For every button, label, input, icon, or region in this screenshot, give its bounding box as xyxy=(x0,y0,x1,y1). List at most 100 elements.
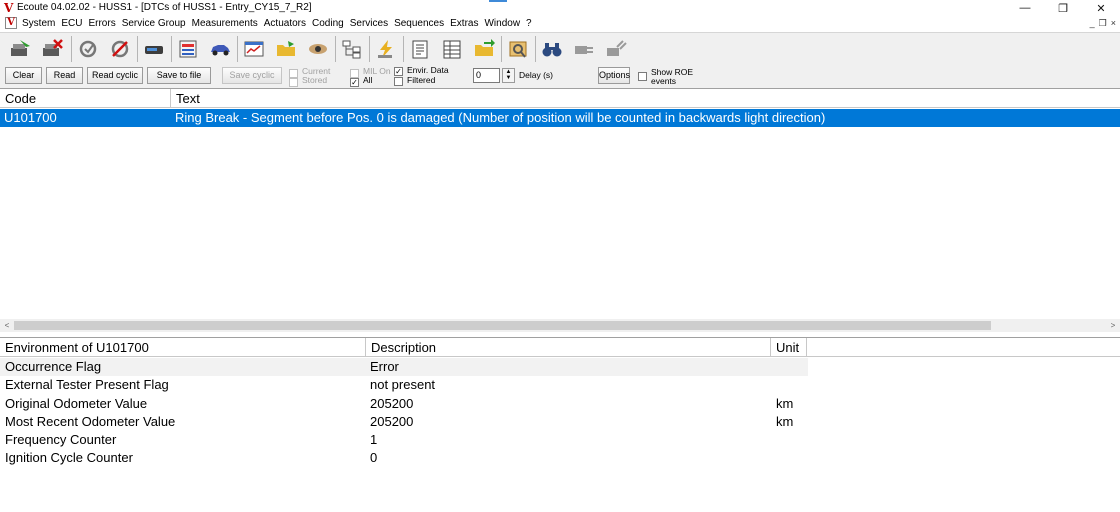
toolbar-group-connection xyxy=(4,35,68,63)
save-cyclic-button[interactable]: Save cyclic xyxy=(222,67,282,84)
environment-table-header: Environment of U101700 Description Unit xyxy=(0,337,1120,357)
stop-refresh-icon[interactable] xyxy=(104,35,136,63)
mil-on-checkbox[interactable] xyxy=(350,69,359,78)
close-button[interactable]: ✕ xyxy=(1082,0,1120,16)
show-roe-checkbox[interactable] xyxy=(638,72,647,81)
menu-actuators[interactable]: Actuators xyxy=(263,17,311,30)
toolbar-group-ecu xyxy=(138,35,170,63)
table-row[interactable]: Most Recent Odometer Value 205200 km xyxy=(0,413,808,431)
delay-label: Delay (s) xyxy=(519,70,554,80)
env-description: 205200 xyxy=(370,396,414,411)
document-icon[interactable] xyxy=(404,35,436,63)
unplug-icon[interactable] xyxy=(600,35,632,63)
app-logo: V xyxy=(4,1,14,15)
current-checkbox[interactable] xyxy=(289,69,298,78)
toolbar-group-docs xyxy=(404,35,500,63)
env-unit: km xyxy=(776,396,794,411)
minimize-button[interactable]: — xyxy=(1006,0,1044,16)
chart-icon[interactable] xyxy=(238,35,270,63)
menu-items: System ECU Errors Service Group Measurem… xyxy=(21,17,537,30)
tree-icon[interactable] xyxy=(336,35,368,63)
table-icon[interactable] xyxy=(436,35,468,63)
vehicle-icon[interactable] xyxy=(204,35,236,63)
menu-window[interactable]: Window xyxy=(483,17,525,30)
filtered-label: Filtered xyxy=(407,75,436,85)
folder-arrow-icon[interactable] xyxy=(468,35,500,63)
column-header-text[interactable]: Text xyxy=(171,89,1120,108)
all-checkbox[interactable]: ✓ xyxy=(350,78,359,87)
env-name: Original Odometer Value xyxy=(5,396,148,411)
read-cyclic-button[interactable]: Read cyclic xyxy=(87,67,143,84)
dtc-code: U101700 xyxy=(4,110,57,125)
envir-data-label: Envir. Data xyxy=(407,65,449,75)
menu-ecu[interactable]: ECU xyxy=(60,17,87,30)
table-row[interactable]: Original Odometer Value 205200 km xyxy=(0,395,808,413)
spin-down-icon[interactable]: ▼ xyxy=(503,75,514,81)
env-description: not present xyxy=(370,377,436,392)
plug-icon[interactable] xyxy=(568,35,600,63)
env-name: Occurrence Flag xyxy=(5,359,102,374)
table-row[interactable]: Frequency Counter 1 xyxy=(0,431,808,449)
dtc-table-row[interactable]: U101700 Ring Break - Segment before Pos.… xyxy=(0,109,1120,127)
envir-data-checkbox[interactable]: ✓ xyxy=(394,67,403,76)
restore-button[interactable]: ❐ xyxy=(1044,0,1082,16)
document-close-button[interactable]: × xyxy=(1111,18,1116,29)
filtered-checkbox[interactable] xyxy=(394,77,403,86)
menu-extras[interactable]: Extras xyxy=(449,17,483,30)
window-title: Ecoute 04.02.02 - HUSS1 - [DTCs of HUSS1… xyxy=(17,2,312,13)
menu-services[interactable]: Services xyxy=(349,17,393,30)
clear-button[interactable]: Clear xyxy=(5,67,42,84)
scrollbar-thumb[interactable] xyxy=(14,321,991,330)
stored-checkbox[interactable] xyxy=(289,78,298,87)
menu-measurements[interactable]: Measurements xyxy=(191,17,263,30)
table-row[interactable]: Ignition Cycle Counter 0 xyxy=(0,449,808,467)
delay-input[interactable]: 0 xyxy=(473,68,500,83)
all-label: All xyxy=(363,75,373,85)
dtc-table-body[interactable] xyxy=(0,127,1120,319)
env-description: 1 xyxy=(370,432,378,447)
delay-spinner[interactable]: ▲ ▼ xyxy=(502,68,515,83)
env-description: Error xyxy=(370,359,399,374)
toolbar-group-tools xyxy=(336,35,368,63)
horizontal-scrollbar[interactable]: < > xyxy=(0,319,1120,332)
document-minimize-button[interactable]: _ xyxy=(1090,18,1095,29)
read-button[interactable]: Read xyxy=(46,67,83,84)
column-header-environment[interactable]: Environment of U101700 xyxy=(0,338,366,357)
options-button[interactable]: Options xyxy=(598,67,630,84)
open-folder-icon[interactable] xyxy=(270,35,302,63)
env-name: Frequency Counter xyxy=(5,432,117,447)
dtc-table-header: Code Text xyxy=(0,88,1120,108)
binoculars-icon[interactable] xyxy=(536,35,568,63)
title-bar: V Ecoute 04.02.02 - HUSS1 - [DTCs of HUS… xyxy=(0,0,1120,16)
document-restore-button[interactable]: ❒ xyxy=(1099,18,1107,29)
save-to-file-button[interactable]: Save to file xyxy=(147,67,211,84)
toolbar-group-search xyxy=(536,35,632,63)
table-row[interactable]: Occurrence Flag Error xyxy=(0,358,808,376)
menu-errors[interactable]: Errors xyxy=(87,17,120,30)
table-row[interactable]: External Tester Present Flag not present xyxy=(0,376,808,394)
connect-icon[interactable] xyxy=(4,35,36,63)
ecu-list-icon[interactable] xyxy=(172,35,204,63)
title-accent-bar xyxy=(489,0,507,2)
scroll-right-icon[interactable]: > xyxy=(1106,319,1120,332)
settings-icon[interactable] xyxy=(502,35,534,63)
menu-coding[interactable]: Coding xyxy=(311,17,349,30)
env-name: External Tester Present Flag xyxy=(5,377,169,392)
ecu-icon[interactable] xyxy=(138,35,170,63)
disconnect-icon[interactable] xyxy=(36,35,68,63)
dtc-text: Ring Break - Segment before Pos. 0 is da… xyxy=(175,110,826,125)
eye-icon[interactable] xyxy=(302,35,334,63)
refresh-icon[interactable] xyxy=(72,35,104,63)
menu-sequences[interactable]: Sequences xyxy=(393,17,449,30)
document-logo[interactable]: V xyxy=(5,17,17,29)
menu-service-group[interactable]: Service Group xyxy=(121,17,191,30)
menu-system[interactable]: System xyxy=(21,17,60,30)
column-header-description[interactable]: Description xyxy=(366,338,771,357)
column-header-code[interactable]: Code xyxy=(0,89,171,108)
document-window-controls: _ ❒ × xyxy=(1090,18,1116,29)
flash-icon[interactable] xyxy=(370,35,402,63)
toolbar xyxy=(0,32,1120,64)
menu-help[interactable]: ? xyxy=(525,17,537,30)
column-header-unit[interactable]: Unit xyxy=(771,338,807,357)
scroll-left-icon[interactable]: < xyxy=(0,319,14,332)
